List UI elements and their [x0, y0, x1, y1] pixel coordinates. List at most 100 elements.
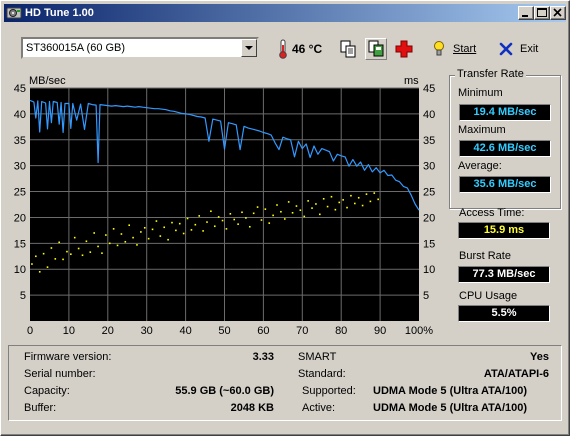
minimum-value: 19.4 MB/sec — [459, 104, 551, 121]
active-label: Active: — [302, 402, 336, 414]
access-time-point — [42, 252, 45, 255]
title-bar[interactable]: HD Tune 1.00 — [4, 4, 566, 22]
hdtune-app-icon — [6, 7, 22, 19]
exit-label: Exit — [520, 43, 539, 55]
access-time-point — [361, 204, 364, 207]
access-time-point — [213, 225, 216, 228]
access-time-point — [264, 208, 267, 210]
access-time-point — [116, 244, 119, 247]
access-time-point — [46, 266, 49, 268]
x-tick-label: 0 — [27, 325, 33, 337]
access-time-point — [229, 213, 232, 215]
average-label: Average: — [458, 160, 502, 172]
y-tick-label-right: 45 — [423, 83, 435, 95]
access-time-point — [202, 230, 204, 232]
close-button[interactable] — [550, 6, 566, 20]
maximum-label: Maximum — [458, 124, 506, 136]
access-time-point — [105, 234, 107, 236]
y-tick-label-right: 30 — [423, 161, 435, 173]
x-tick-label: 10 — [63, 325, 75, 337]
maximize-icon — [537, 8, 547, 17]
x-tick-label: 40 — [179, 325, 191, 337]
x-tick-label: 30 — [141, 325, 153, 337]
access-time-point — [163, 226, 166, 229]
capacity-label: Capacity: — [24, 385, 70, 397]
access-time-point — [291, 211, 294, 214]
x-tick-label: 100% — [405, 325, 433, 337]
access-time-point — [206, 221, 208, 223]
y-tick-label-right: 35 — [423, 135, 435, 147]
active-value: UDMA Mode 5 (Ultra ATA/100) — [373, 402, 528, 414]
minimum-label: Minimum — [458, 87, 503, 99]
access-time-point — [354, 202, 356, 205]
access-time-point — [322, 198, 325, 200]
access-time-point — [295, 205, 298, 207]
access-time-point — [182, 232, 185, 235]
access-time-point — [89, 251, 92, 253]
access-time-point — [350, 194, 352, 197]
drive-select-value: ST360015A (60 GB) — [26, 42, 126, 54]
access-time-point — [54, 258, 57, 260]
copy-icon — [340, 40, 356, 58]
access-time-point — [155, 220, 158, 222]
y-tick-label-right: 40 — [423, 109, 435, 121]
y-tick-label-right: 25 — [423, 187, 435, 199]
start-button[interactable]: Start — [433, 38, 476, 60]
y-tick-label-left: 20 — [14, 212, 26, 224]
access-time-point — [50, 247, 53, 249]
access-time-point — [97, 245, 99, 248]
close-icon — [553, 8, 562, 17]
health-button[interactable] — [393, 38, 415, 60]
x-tick-label: 90 — [374, 325, 386, 337]
access-time-point — [311, 207, 313, 209]
exit-button[interactable]: Exit — [499, 38, 538, 60]
save-copy-button[interactable] — [365, 38, 387, 60]
access-time-point — [62, 258, 64, 261]
access-time-point — [38, 271, 41, 273]
access-time-point — [151, 228, 154, 231]
y-tick-label-left: 15 — [14, 238, 26, 250]
access-time-point — [330, 195, 333, 198]
chart-canvas: MB/sec ms 0 10 20 30 40 50 60 70 80 90 100% 5 5 10 10 1… — [14, 75, 436, 337]
x-tick-label: 20 — [102, 325, 114, 337]
drive-select-dropdown-button[interactable] — [241, 39, 257, 57]
burst-rate-value: 77.3 MB/sec — [458, 266, 550, 283]
maximum-value: 42.6 MB/sec — [459, 140, 551, 157]
save-copy-icon — [368, 40, 384, 57]
access-time-point — [260, 219, 263, 221]
minimize-icon — [522, 15, 528, 17]
access-time-point — [132, 236, 134, 239]
access-time-point — [31, 263, 33, 265]
access-time-point — [190, 229, 193, 231]
access-time-point — [377, 198, 379, 201]
access-time-point — [178, 222, 181, 225]
app-window: HD Tune 1.00 ST360015A (60 GB) 46 °C Sta… — [0, 0, 570, 436]
cpu-usage-label: CPU Usage — [459, 290, 518, 302]
access-time-point — [35, 255, 37, 258]
copy-button[interactable] — [337, 38, 359, 60]
temperature-display: 46 °C — [277, 38, 322, 60]
access-time-point — [93, 232, 95, 234]
standard-value: ATA/ATAPI-6 — [483, 368, 549, 380]
access-time-point — [70, 253, 72, 256]
y-tick-label-right: 5 — [423, 290, 429, 302]
firmware-label: Firmware version: — [24, 351, 112, 363]
access-time-point — [315, 203, 317, 205]
access-time-point — [373, 192, 376, 194]
access-time-point — [124, 240, 127, 243]
y-tick-label-left: 30 — [14, 161, 26, 173]
access-time-point — [77, 247, 80, 250]
access-time-point — [81, 254, 84, 257]
minimize-button[interactable] — [518, 6, 534, 20]
drive-select[interactable]: ST360015A (60 GB) — [21, 37, 259, 59]
access-time-point — [66, 250, 68, 253]
drive-info-panel: Firmware version: 3.33 Serial number: Ca… — [8, 345, 562, 421]
average-value: 35.6 MB/sec — [459, 176, 551, 193]
access-time-point — [334, 208, 337, 211]
start-label: Start — [453, 43, 477, 55]
access-time-point — [143, 227, 146, 229]
y-unit-left: MB/sec — [29, 75, 66, 87]
access-time-point — [256, 206, 259, 208]
access-time-point — [136, 244, 138, 246]
maximize-button[interactable] — [534, 6, 550, 20]
